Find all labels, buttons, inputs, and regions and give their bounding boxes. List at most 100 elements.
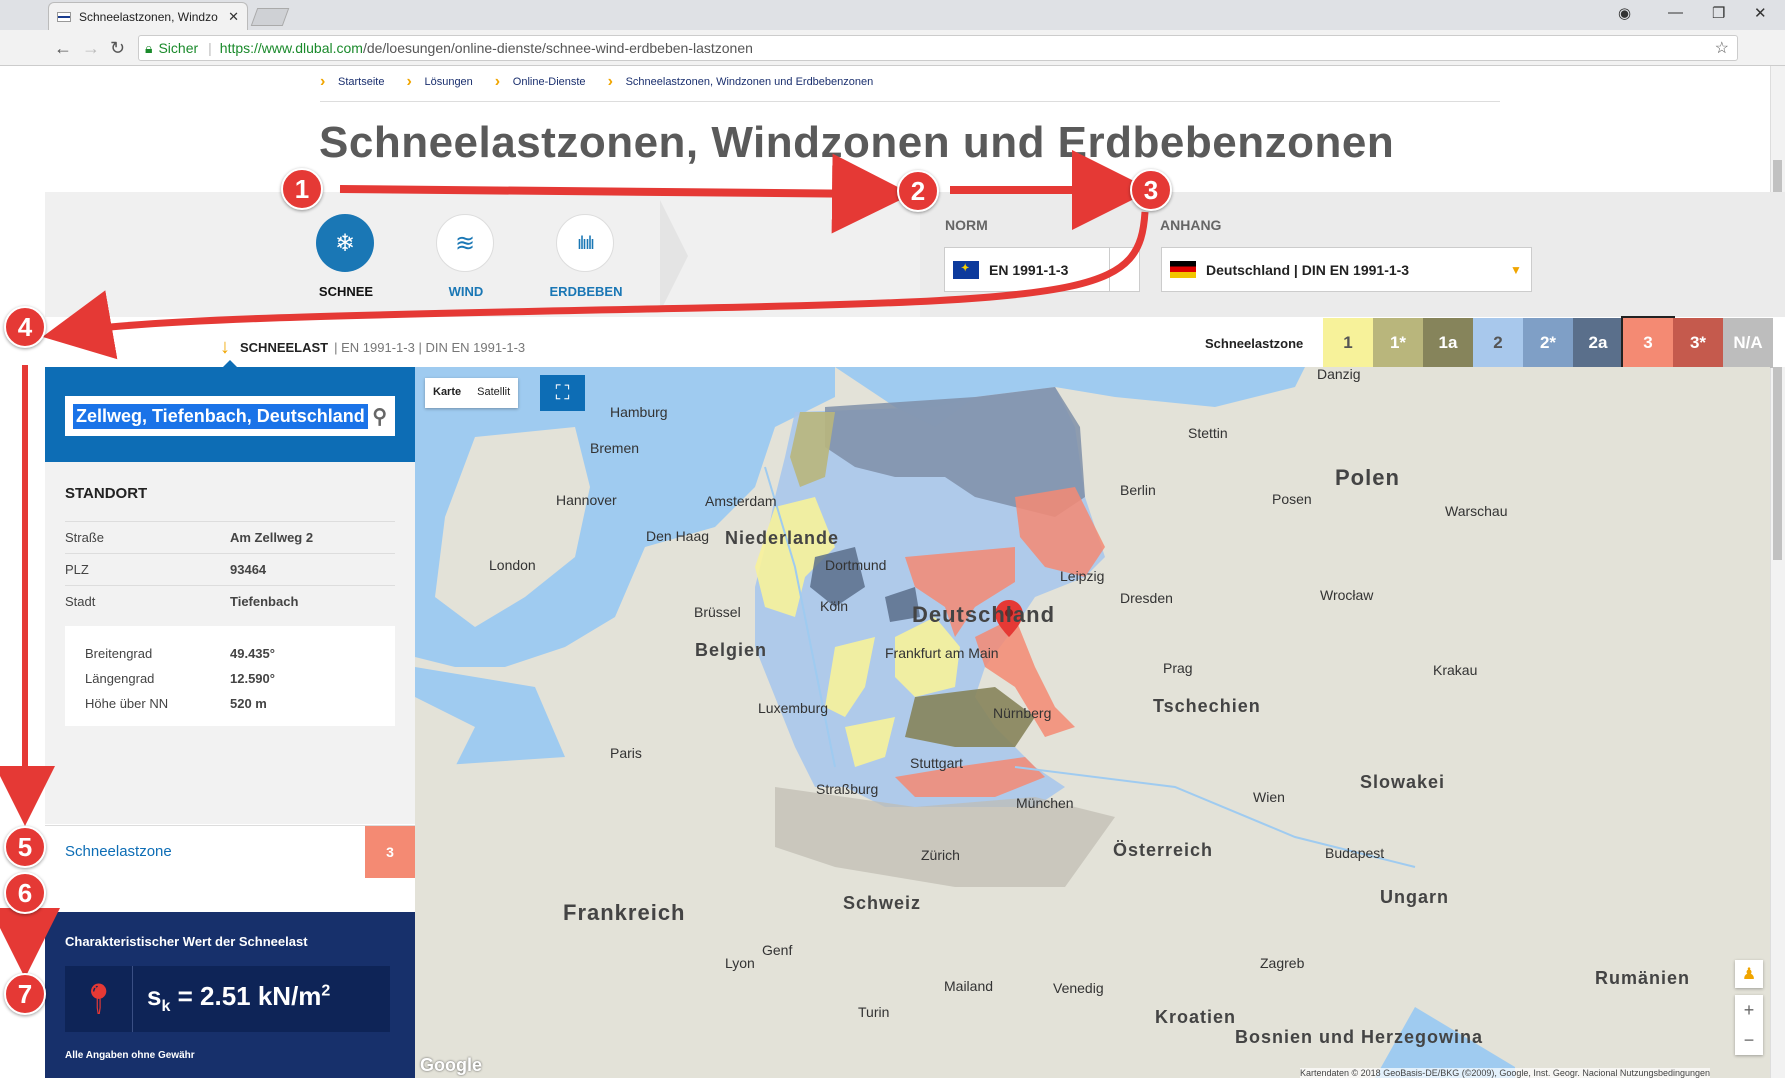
anhang-select[interactable]: Deutschland | DIN EN 1991-1-3 ▼: [1161, 247, 1532, 292]
annotation-badge-4: 4: [4, 306, 46, 348]
row-value: Am Zellweg 2: [230, 529, 314, 545]
breadcrumb: Startseite Lösungen Online-Dienste Schne…: [320, 73, 895, 91]
characteristic-value-box: 📍︎ sk = 2.51 kN/m2: [65, 966, 390, 1032]
page-title: Schneelastzonen, Windzonen und Erdbebenz…: [319, 118, 1395, 167]
map-label-32: Warschau: [1445, 503, 1508, 519]
map-label-29: London: [489, 557, 536, 573]
map-label-38: Zürich: [921, 847, 960, 863]
map-label-37: Budapest: [1325, 845, 1385, 861]
breadcrumb-online-dienste[interactable]: Online-Dienste: [495, 73, 586, 91]
snow-zone-result-value: 3: [365, 826, 415, 878]
map-label-27: Brüssel: [694, 604, 741, 620]
annotation-badge-7: 7: [4, 973, 46, 1015]
fullscreen-button[interactable]: ⛶: [540, 375, 585, 411]
map-attribution[interactable]: Kartendaten © 2018 GeoBasis-DE/BKG (©200…: [1300, 1068, 1711, 1078]
zone-legend-4[interactable]: 2: [1473, 318, 1523, 368]
zone-legend-6[interactable]: 2a: [1573, 318, 1623, 368]
zone-legend-8[interactable]: 3*: [1673, 318, 1723, 368]
anhang-label: ANHANG: [1160, 217, 1222, 233]
maximize-icon[interactable]: ❐: [1712, 4, 1725, 22]
map-label-16: Tschechien: [1153, 696, 1261, 716]
map-label-7: Köln: [820, 598, 849, 614]
address-row-street: Straße Am Zellweg 2: [65, 521, 395, 552]
map-label-4: Leipzig: [1060, 568, 1105, 584]
url-text: https://www.dlubal.com/de/loesungen/onli…: [220, 40, 753, 56]
account-icon[interactable]: ◉: [1618, 4, 1631, 22]
map-label-19: Österreich: [1113, 840, 1214, 860]
eu-flag-icon: [953, 260, 979, 279]
zoom-in-button[interactable]: +: [1744, 1000, 1755, 1021]
map-type-control[interactable]: Karte Satellit: [425, 378, 519, 408]
separator: |: [414, 340, 426, 355]
seismic-wave-icon: ılıılı: [576, 232, 595, 253]
map-canvas[interactable]: [415, 367, 1770, 1078]
search-icon[interactable]: ⚲: [372, 404, 387, 429]
map-label-40: Venedig: [1053, 980, 1104, 996]
reload-icon[interactable]: ↻: [110, 38, 125, 59]
norm-value: EN 1991-1-3: [989, 261, 1069, 278]
map-label-2: Berlin: [1120, 482, 1156, 498]
zone-legend-9[interactable]: N/A: [1723, 318, 1773, 368]
separator: |: [334, 340, 342, 355]
map-label-21: Ungarn: [1380, 887, 1449, 907]
germany-flag-icon: [1170, 261, 1196, 278]
url-separator: |: [208, 40, 212, 56]
location-search-input[interactable]: Zellweg, Tiefenbach, Deutschland ⚲: [65, 396, 395, 436]
wind-icon: ≋: [454, 229, 476, 257]
forward-icon[interactable]: →: [82, 38, 100, 59]
annotation-badge-5: 5: [4, 826, 46, 868]
map-label-15: Polen: [1335, 465, 1400, 490]
map-label-3: Hannover: [556, 492, 617, 508]
snow-zone-map[interactable]: [415, 367, 1770, 1078]
norm-select[interactable]: EN 1991-1-3: [944, 247, 1140, 292]
tab-title: Schneelastzonen, Windzo: [79, 9, 218, 24]
zoom-out-button[interactable]: −: [1744, 1030, 1755, 1051]
wind-category-label[interactable]: WIND: [416, 284, 516, 299]
wind-category-button[interactable]: ≋: [436, 214, 494, 272]
map-type-karte[interactable]: Karte: [425, 378, 469, 408]
address-row-city: Stadt Tiefenbach: [65, 585, 395, 616]
coord-row-lat: Breitengrad 49.435°: [85, 646, 275, 661]
minimize-icon[interactable]: —: [1668, 4, 1683, 21]
coord-row-altitude: Höhe über NN 520 m: [85, 696, 267, 711]
zoom-control[interactable]: + −: [1735, 995, 1763, 1055]
breadcrumb-divider: [320, 101, 1500, 102]
new-tab-button[interactable]: [250, 8, 290, 26]
row-value: 93464: [230, 561, 267, 577]
fullscreen-icon: ⛶: [555, 381, 570, 404]
zone-legend-3[interactable]: 1a: [1423, 318, 1473, 368]
snow-load-title: SCHNEELAST: [240, 340, 329, 355]
bookmark-star-icon[interactable]: ☆: [1715, 38, 1729, 58]
map-label-44: Straßburg: [816, 781, 879, 797]
map-label-14: Belgien: [695, 640, 768, 660]
close-tab-icon[interactable]: ✕: [228, 9, 239, 25]
url-input[interactable]: 🔒︎ Sicher | https://www.dlubal.com/de/lo…: [138, 35, 1738, 61]
snow-zone-result: Schneelastzone 3: [45, 825, 415, 878]
map-label-5: Dresden: [1120, 590, 1173, 606]
breadcrumb-startseite[interactable]: Startseite: [320, 73, 384, 91]
map-label-0: Hamburg: [610, 404, 668, 420]
map-label-11: München: [1016, 795, 1074, 811]
back-icon[interactable]: ←: [54, 38, 72, 59]
close-window-icon[interactable]: ✕: [1754, 4, 1767, 22]
coord-row-lon: Längengrad 12.590°: [85, 671, 275, 686]
zone-legend-2[interactable]: 1*: [1373, 318, 1423, 368]
map-type-satellit[interactable]: Satellit: [469, 378, 518, 408]
map-label-20: Slowakei: [1360, 772, 1446, 792]
annotation-badge-2: 2: [897, 170, 939, 212]
snow-category-button[interactable]: ❄: [316, 214, 374, 272]
row-value: 49.435°: [230, 646, 275, 661]
zone-legend-5[interactable]: 2*: [1523, 318, 1573, 368]
street-view-pegman-icon[interactable]: ♟: [1735, 960, 1763, 988]
snow-category-label[interactable]: SCHNEE: [296, 284, 396, 299]
snow-load-annex: DIN EN 1991-1-3: [425, 340, 526, 355]
browser-tab[interactable]: Schneelastzonen, Windzo ✕: [48, 2, 248, 30]
breadcrumb-current[interactable]: Schneelastzonen, Windzonen und Erdbebenz…: [608, 73, 874, 91]
earthquake-category-button[interactable]: ılıılı: [556, 214, 614, 272]
zone-legend-1[interactable]: 1: [1323, 318, 1373, 368]
row-key: Höhe über NN: [85, 696, 169, 711]
earthquake-category-label[interactable]: ERDBEBEN: [536, 284, 636, 299]
row-key: Längengrad: [85, 671, 155, 686]
zone-legend-7[interactable]: 3: [1621, 316, 1675, 370]
breadcrumb-loesungen[interactable]: Lösungen: [406, 73, 472, 91]
